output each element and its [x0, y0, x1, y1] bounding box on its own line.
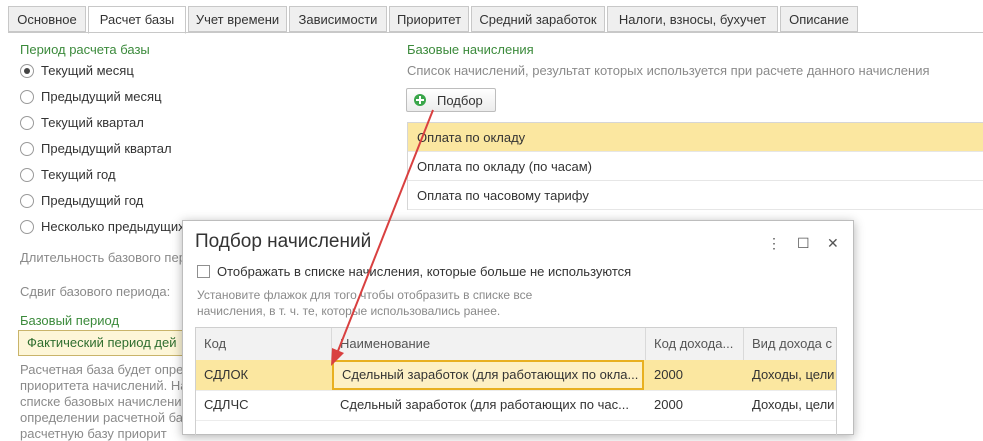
radio-previous-month[interactable]: [20, 90, 34, 104]
base-accruals-title: Базовые начисления: [407, 42, 534, 57]
accruals-table: Код Наименование Код дохода... Вид доход…: [195, 327, 837, 435]
list-item-label: Оплата по часовому тарифу: [417, 188, 589, 203]
period-title: Период расчета базы: [20, 42, 150, 57]
radio-label: Несколько предыдущих: [41, 219, 185, 234]
radio-label: Предыдущий год: [41, 193, 144, 208]
tab-dependencies[interactable]: Зависимости: [289, 6, 387, 32]
table-row[interactable]: СДЛЧС Сдельный заработок (для работающих…: [196, 390, 836, 421]
pick-accruals-dialog: Подбор начислений ⋮ ☐ ✕ Отображать в спи…: [182, 220, 854, 435]
cell-code: СДЛОК: [204, 367, 249, 382]
base-accruals-hint: Список начислений, результат которых исп…: [407, 63, 930, 78]
close-icon[interactable]: ✕: [827, 235, 839, 252]
table-header: Код Наименование Код дохода... Вид доход…: [196, 328, 836, 361]
radio-several-previous[interactable]: [20, 220, 34, 234]
list-item[interactable]: Оплата по окладу: [408, 123, 983, 152]
base-period-description-line: определении расчетной баз: [20, 410, 189, 425]
pick-button[interactable]: Подбор: [406, 88, 496, 112]
tab-priority[interactable]: Приоритет: [389, 6, 469, 32]
cell-income-code: 2000: [654, 367, 683, 382]
cell-income-code: 2000: [654, 397, 683, 412]
tab-base-calculation[interactable]: Расчет базы: [88, 6, 186, 34]
list-item[interactable]: Оплата по окладу (по часам): [408, 152, 983, 181]
base-accruals-list: Оплата по окладу Оплата по окладу (по ча…: [407, 122, 983, 210]
radio-current-month[interactable]: [20, 64, 34, 78]
cell-income-type: Доходы, цели: [752, 367, 835, 382]
base-period-description-line: Расчетная база будет опре: [20, 362, 184, 377]
pick-button-label: Подбор: [437, 93, 483, 108]
base-period-description-line: расчетную базу приорит: [20, 426, 167, 441]
radio-label: Предыдущий месяц: [41, 89, 162, 104]
tab-average-earnings[interactable]: Средний заработок: [471, 6, 605, 32]
more-icon[interactable]: ⋮: [767, 235, 781, 252]
list-item[interactable]: Оплата по часовому тарифу: [408, 181, 983, 210]
maximize-icon[interactable]: ☐: [797, 235, 810, 252]
dialog-title: Подбор начислений: [195, 231, 372, 252]
radio-label: Текущий квартал: [41, 115, 144, 130]
radio-previous-year[interactable]: [20, 194, 34, 208]
tab-taxes[interactable]: Налоги, взносы, бухучет: [607, 6, 778, 32]
tab-main[interactable]: Основное: [8, 6, 86, 32]
table-row[interactable]: СДЛОК Сдельный заработок (для работающих…: [196, 360, 836, 391]
radio-label: Текущий год: [41, 167, 116, 182]
cell-name: Сдельный заработок (для работающих по ча…: [340, 397, 629, 412]
cell-income-type: Доходы, цели: [752, 397, 835, 412]
radio-current-quarter[interactable]: [20, 116, 34, 130]
radio-current-year[interactable]: [20, 168, 34, 182]
show-unused-checkbox[interactable]: [197, 265, 210, 278]
shift-label: Сдвиг базового периода:: [20, 284, 171, 299]
tab-divider: [8, 32, 983, 33]
radio-label: Текущий месяц: [41, 63, 134, 78]
plus-circle-icon: [414, 94, 426, 106]
show-unused-label: Отображать в списке начисления, которые …: [217, 264, 632, 279]
column-income-type[interactable]: Вид дохода с: [744, 328, 836, 360]
tab-description[interactable]: Описание: [780, 6, 858, 32]
column-name[interactable]: Наименование: [332, 328, 646, 360]
base-period-description-line: приоритета начислений. На: [20, 378, 188, 393]
dialog-hint-line: начисления, в т. ч. те, которые использо…: [197, 304, 501, 318]
dialog-hint-line: Установите флажок для того чтобы отобраз…: [197, 288, 533, 302]
column-income-code[interactable]: Код дохода...: [646, 328, 744, 360]
cell-code: СДЛЧС: [204, 397, 249, 412]
duration-label: Длительность базового пер: [20, 250, 186, 265]
cell-name: Сдельный заработок (для работающих по ок…: [332, 360, 644, 390]
base-period-description-line: списке базовых начислени: [20, 394, 182, 409]
radio-previous-quarter[interactable]: [20, 142, 34, 156]
tab-bar: Основное Расчет базы Учет времени Зависи…: [8, 6, 983, 34]
list-item-label: Оплата по окладу: [417, 130, 526, 145]
radio-label: Предыдущий квартал: [41, 141, 172, 156]
column-code[interactable]: Код: [196, 328, 332, 360]
tab-time-accounting[interactable]: Учет времени: [188, 6, 287, 32]
list-item-label: Оплата по окладу (по часам): [417, 159, 592, 174]
base-period-select[interactable]: Фактический период дей: [18, 330, 198, 356]
base-period-title: Базовый период: [20, 313, 120, 328]
